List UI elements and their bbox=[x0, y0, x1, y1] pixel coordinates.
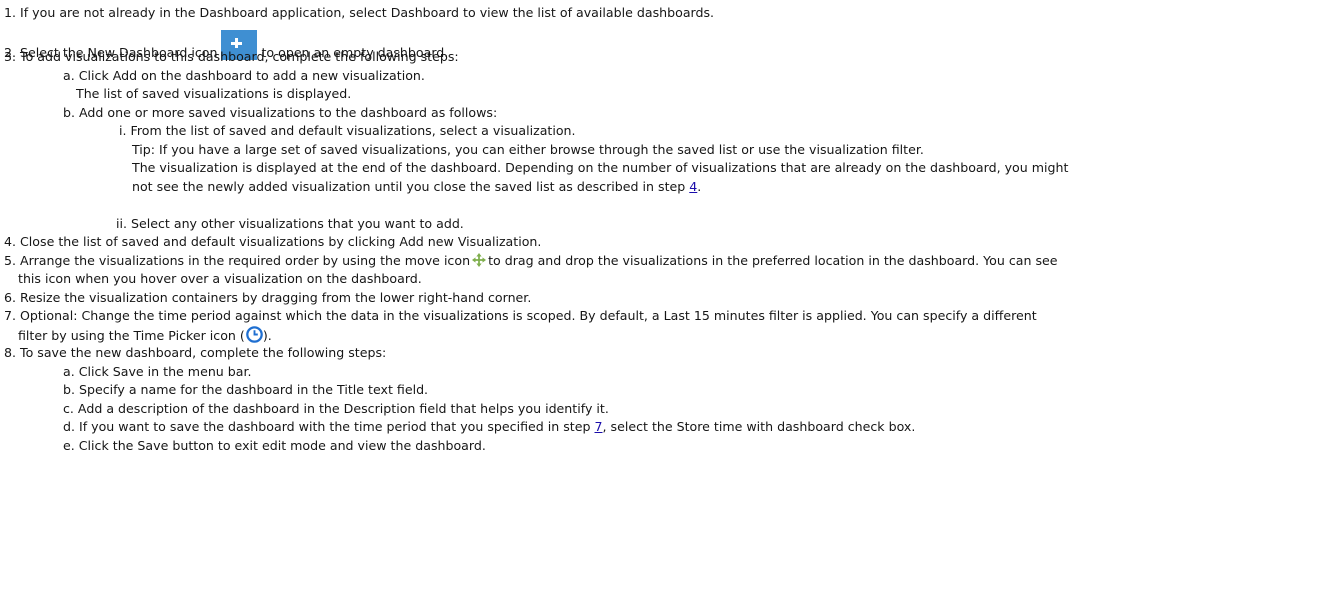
step-8e: e. Click the Save button to exit edit mo… bbox=[63, 438, 486, 453]
step-8: 8. To save the new dashboard, complete t… bbox=[4, 345, 387, 360]
step-3b: b. Add one or more saved visualizations … bbox=[63, 105, 498, 120]
step-3b-i-tip: Tip: If you have a large set of saved vi… bbox=[132, 142, 924, 157]
step-3b-i-note-end: . bbox=[697, 179, 702, 194]
step-3a-note: The list of saved visualizations is disp… bbox=[76, 86, 352, 101]
step-8d-text: d. If you want to save the dashboard wit… bbox=[63, 419, 591, 434]
step-3b-i: i. From the list of saved and default vi… bbox=[119, 123, 576, 138]
step-7-link[interactable]: 7 bbox=[595, 419, 603, 434]
step-8c: c. Add a description of the dashboard in… bbox=[63, 401, 609, 416]
step-4: 4. Close the list of saved and default v… bbox=[4, 234, 542, 249]
step-7-text-end: ). bbox=[262, 328, 272, 343]
move-icon bbox=[472, 253, 487, 267]
step-3b-i-note-cont: not see the newly added visualization un… bbox=[132, 178, 701, 196]
step-3b-ii: ii. Select any other visualizations that… bbox=[116, 216, 464, 231]
step-3b-i-note-text: not see the newly added visualization un… bbox=[132, 179, 686, 194]
step-8b: b. Specify a name for the dashboard in t… bbox=[63, 382, 429, 397]
time-picker-icon bbox=[246, 326, 263, 343]
step-7: 7. Optional: Change the time period agai… bbox=[4, 308, 1037, 323]
step-3: 3. To add visualizations to this dashboa… bbox=[4, 49, 459, 64]
step-7-text: filter by using the Time Picker icon ( bbox=[18, 328, 245, 343]
step-8d: d. If you want to save the dashboard wit… bbox=[63, 418, 915, 436]
step-3b-i-note: The visualization is displayed at the en… bbox=[132, 160, 1069, 175]
step-6: 6. Resize the visualization containers b… bbox=[4, 290, 532, 305]
step-5: 5. Arrange the visualizations in the req… bbox=[4, 252, 1058, 270]
step-5-text-end: to drag and drop the visualizations in t… bbox=[488, 253, 1058, 268]
step-1: 1. If you are not already in the Dashboa… bbox=[4, 5, 715, 20]
step-8d-text-end: , select the Store time with dashboard c… bbox=[602, 419, 916, 434]
step-5-cont: this icon when you hover over a visualiz… bbox=[18, 271, 422, 286]
step-5-text: 5. Arrange the visualizations in the req… bbox=[4, 253, 471, 268]
step-7-cont: filter by using the Time Picker icon ( )… bbox=[18, 326, 272, 345]
step-8a: a. Click Save in the menu bar. bbox=[63, 364, 252, 379]
step-3a: a. Click Add on the dashboard to add a n… bbox=[63, 68, 425, 83]
